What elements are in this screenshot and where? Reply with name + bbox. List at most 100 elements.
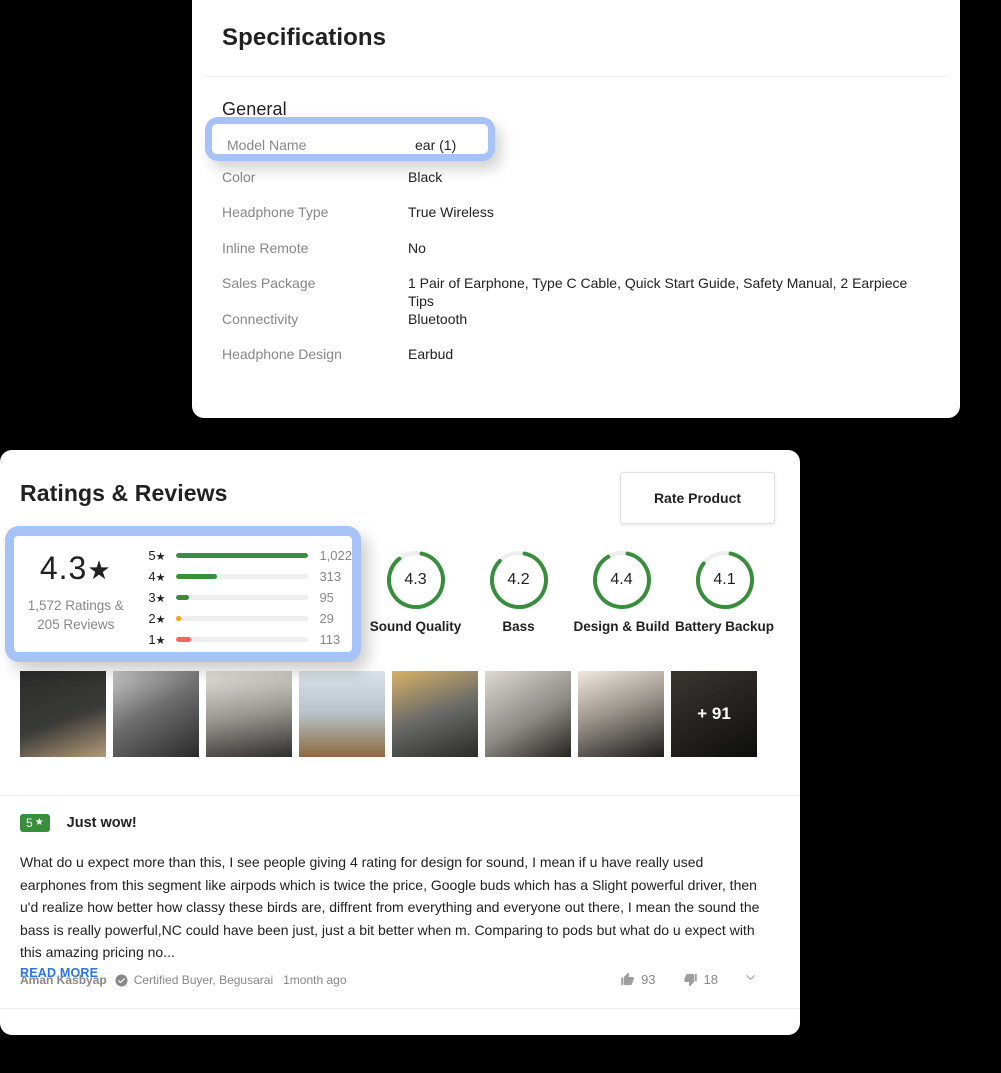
ratings-count-line2: 205 Reviews bbox=[37, 617, 115, 632]
histogram-fill bbox=[176, 574, 217, 579]
spec-key: Model Name bbox=[227, 137, 307, 153]
aspect-value: 4.2 bbox=[507, 571, 530, 588]
aspect-value: 4.4 bbox=[610, 571, 633, 588]
histogram-track bbox=[176, 637, 309, 642]
spec-value: No bbox=[408, 239, 426, 256]
thumbs-up-icon bbox=[621, 972, 634, 985]
table-row: Sales Package 1 Pair of Earphone, Type C… bbox=[222, 274, 930, 310]
more-photos-label: + 91 bbox=[697, 704, 731, 723]
average-rating-block: 4.3★ 1,572 Ratings & 205 Reviews bbox=[14, 536, 137, 634]
aspect-label: Sound Quality bbox=[369, 619, 462, 634]
spec-value: True Wireless bbox=[408, 204, 494, 220]
aspect-label: Bass bbox=[502, 619, 535, 634]
spec-key: Inline Remote bbox=[222, 239, 309, 256]
donut-chart: 4.2 bbox=[487, 548, 551, 612]
aspect-rating: 4.1 Battery Backup bbox=[673, 548, 776, 634]
review-item: 5 ★ Just wow! What do u expect more than … bbox=[20, 812, 780, 987]
spec-value: ear (1) bbox=[415, 137, 457, 153]
downvote-count: 18 bbox=[703, 971, 718, 987]
histogram-row: 2★ 29 bbox=[137, 608, 352, 629]
review-body: What do u expect more than this, I see p… bbox=[20, 854, 760, 960]
buyer-meta: Certified Buyer, Begusarai bbox=[133, 973, 274, 987]
verified-icon bbox=[115, 974, 128, 987]
table-row: Inline Remote No bbox=[222, 239, 930, 275]
histogram-fill bbox=[176, 553, 309, 558]
aspect-label: Battery Backup bbox=[674, 619, 775, 634]
aspect-rating: 4.3 Sound Quality bbox=[364, 548, 467, 634]
aspect-value: 4.1 bbox=[713, 571, 736, 588]
donut-chart: 4.1 bbox=[693, 548, 757, 612]
star-icon: ★ bbox=[34, 817, 44, 828]
histogram-row: 4★ 313 bbox=[137, 566, 352, 587]
histogram-track bbox=[176, 616, 309, 621]
rate-product-button[interactable]: Rate Product bbox=[620, 472, 775, 524]
histogram-label: 1★ bbox=[148, 632, 166, 647]
histogram-fill bbox=[176, 616, 182, 621]
histogram-label: 4★ bbox=[148, 569, 166, 584]
spec-key: Connectivity bbox=[222, 310, 299, 327]
aspect-ratings: 4.3 Sound Quality 4.2 Bass 4.4 Design & Build… bbox=[364, 548, 776, 634]
histogram-row: 3★ 95 bbox=[137, 587, 352, 608]
spec-key: Sales Package bbox=[222, 275, 316, 291]
chevron-down-icon[interactable] bbox=[743, 970, 758, 988]
donut-chart: 4.3 bbox=[384, 548, 448, 612]
review-photo-thumbnail[interactable] bbox=[578, 671, 664, 757]
spec-value: Bluetooth bbox=[408, 310, 468, 327]
rating-histogram: 5★ 1,022 4★ 313 3★ 95 2★ 29 1★ 113 bbox=[137, 536, 352, 650]
histogram-count: 113 bbox=[319, 632, 341, 647]
highlight-inner: Model Name ear (1) bbox=[212, 124, 488, 154]
spec-key: Headphone Type bbox=[222, 204, 329, 220]
upvote-count: 93 bbox=[641, 971, 656, 987]
review-photo-thumbnail[interactable] bbox=[485, 671, 571, 757]
review-footer: Aman Kasbyap Certified Buyer, Begusarai … bbox=[20, 970, 780, 988]
aspect-value: 4.3 bbox=[404, 571, 427, 588]
aspect-label: Design & Build bbox=[573, 619, 670, 634]
table-row: Headphone Design Earbud bbox=[222, 345, 930, 381]
downvote-button[interactable]: 18 bbox=[683, 972, 718, 987]
review-photo-thumbnail[interactable] bbox=[299, 671, 385, 757]
table-row: Connectivity Bluetooth bbox=[222, 310, 930, 346]
review-title: Just wow! bbox=[66, 815, 137, 831]
review-photo-thumbnail[interactable] bbox=[206, 671, 292, 757]
histogram-label: 2★ bbox=[148, 611, 166, 626]
ratings-summary: 4.3★ 1,572 Ratings & 205 Reviews 5★ 1,022… bbox=[14, 536, 352, 652]
divider bbox=[0, 1008, 800, 1009]
histogram-count: 29 bbox=[319, 611, 334, 626]
ratings-summary-highlight[interactable]: 4.3★ 1,572 Ratings & 205 Reviews 5★ 1,022… bbox=[5, 526, 361, 662]
histogram-label: 5★ bbox=[148, 548, 166, 563]
customer-photos-strip: + 91 bbox=[20, 671, 757, 757]
specifications-card: Specifications General Model Name ear (1… bbox=[192, 0, 960, 418]
review-header: 5 ★ Just wow! bbox=[20, 812, 780, 834]
star-icon: ★ bbox=[87, 555, 112, 585]
table-row: Headphone Type True Wireless bbox=[222, 203, 930, 239]
spec-section-title: General bbox=[222, 99, 287, 119]
review-photo-thumbnail[interactable] bbox=[392, 671, 478, 757]
histogram-count: 95 bbox=[319, 590, 334, 605]
histogram-track bbox=[176, 574, 309, 579]
spec-value: Earbud bbox=[408, 346, 454, 362]
aspect-rating: 4.2 Bass bbox=[467, 548, 570, 634]
spec-key: Headphone Design bbox=[222, 346, 342, 362]
histogram-count: 313 bbox=[319, 569, 342, 584]
histogram-row: 1★ 113 bbox=[137, 629, 352, 650]
table-row: Color Black bbox=[222, 168, 930, 204]
badge-rating: 5 bbox=[26, 816, 33, 830]
upvote-button[interactable]: 93 bbox=[620, 971, 656, 987]
histogram-fill bbox=[176, 595, 189, 600]
ratings-count: 1,572 Ratings & 205 Reviews bbox=[14, 596, 137, 634]
status-badge: 5 ★ bbox=[20, 814, 50, 832]
reviewer-name: Aman Kasbyap bbox=[20, 973, 107, 987]
spec-value: 1 Pair of Earphone, Type C Cable, Quick … bbox=[408, 275, 908, 309]
divider bbox=[0, 795, 800, 796]
donut-chart: 4.4 bbox=[590, 548, 654, 612]
page-title: Specifications bbox=[222, 24, 387, 51]
average-number: 4.3 bbox=[39, 550, 88, 586]
spec-key: Color bbox=[222, 168, 256, 185]
review-photo-thumbnail[interactable]: + 91 bbox=[671, 671, 757, 757]
histogram-count: 1,022 bbox=[319, 548, 352, 563]
review-photo-thumbnail[interactable] bbox=[113, 671, 199, 757]
review-photo-thumbnail[interactable] bbox=[20, 671, 106, 757]
model-name-row-highlight[interactable]: Model Name ear (1) bbox=[205, 117, 495, 161]
spec-value: Black bbox=[408, 168, 443, 185]
section-title: Ratings & Reviews bbox=[20, 480, 228, 506]
